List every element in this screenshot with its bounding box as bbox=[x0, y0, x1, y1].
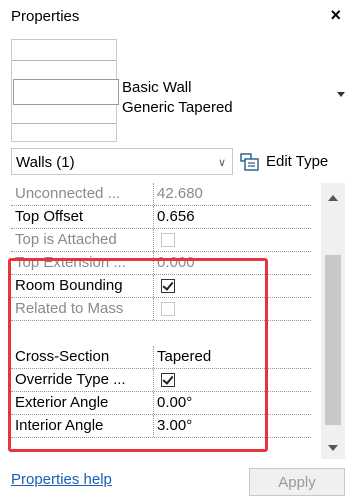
instance-filter-dropdown[interactable]: Walls (1) ∨ bbox=[11, 148, 233, 175]
apply-button[interactable]: Apply bbox=[249, 468, 345, 496]
property-checkbox bbox=[161, 233, 175, 247]
title-bar: Properties × bbox=[0, 0, 355, 34]
property-row[interactable]: Top Offset 0.656 bbox=[11, 206, 311, 229]
highlight-annotation-box bbox=[8, 258, 268, 452]
wall-preview-line bbox=[12, 123, 116, 124]
type-family-name[interactable]: Basic Wall bbox=[122, 78, 191, 98]
scroll-thumb[interactable] bbox=[325, 255, 341, 425]
chevron-down-icon: ∨ bbox=[217, 157, 226, 169]
scroll-up-icon[interactable] bbox=[328, 195, 338, 201]
properties-scrollbar[interactable] bbox=[321, 183, 345, 459]
type-selector-dropdown-icon[interactable] bbox=[337, 92, 345, 97]
filter-selected-value: Walls (1) bbox=[16, 154, 75, 171]
property-value: 42.680 bbox=[157, 185, 203, 202]
properties-help-link[interactable]: Properties help bbox=[11, 471, 112, 488]
edit-type-icon bbox=[240, 152, 259, 171]
property-value[interactable]: 0.656 bbox=[157, 206, 195, 228]
type-preview-image[interactable] bbox=[11, 39, 119, 142]
edit-type-button[interactable]: Edit Type bbox=[240, 148, 328, 175]
property-name: Top Offset bbox=[11, 206, 154, 228]
edit-type-label: Edit Type bbox=[266, 153, 329, 170]
scroll-down-icon[interactable] bbox=[328, 445, 338, 451]
close-icon[interactable]: × bbox=[330, 6, 341, 24]
property-name: Top is Attached bbox=[11, 229, 154, 251]
wall-preview-icon bbox=[13, 79, 119, 105]
properties-palette: Properties × Basic Wall Generic Tapered … bbox=[0, 0, 355, 499]
palette-footer: Properties help Apply bbox=[0, 462, 355, 499]
palette-title: Properties bbox=[11, 8, 80, 25]
property-row[interactable]: Top is Attached bbox=[11, 229, 311, 252]
property-name: Unconnected ... bbox=[11, 183, 154, 205]
type-name[interactable]: Generic Tapered bbox=[122, 98, 233, 118]
wall-preview-line bbox=[12, 60, 116, 61]
property-row[interactable]: Unconnected ... 42.680 bbox=[11, 183, 311, 206]
